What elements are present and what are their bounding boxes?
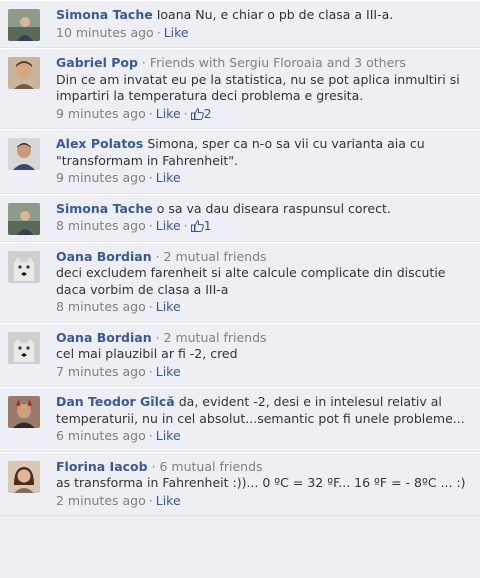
avatar[interactable]	[8, 202, 40, 235]
like-link[interactable]: Like	[164, 25, 189, 40]
profile-photo-icon	[8, 202, 40, 235]
avatar[interactable]	[8, 138, 40, 170]
avatar[interactable]	[8, 9, 40, 41]
profile-photo-icon	[8, 9, 40, 41]
comment-text: o sa va dau diseara raspunsul corect.	[156, 200, 391, 216]
comment-time[interactable]: 6 minutes ago	[56, 428, 146, 443]
comment-time[interactable]: 9 minutes ago	[56, 106, 146, 121]
comment-author[interactable]: Dan Teodor Gîlcă	[56, 394, 175, 409]
comment-author[interactable]: Gabriel Pop	[56, 55, 138, 70]
comment-item: Gabriel Pop · Friends with Sergiu Floroa…	[0, 48, 480, 129]
like-count[interactable]: 2	[190, 105, 212, 121]
comment-text-line: Florina Iacob · 6 mutual friends as tran…	[56, 459, 472, 492]
comment-meta: 8 minutes ago · Like	[56, 299, 472, 316]
comment-author[interactable]: Oana Bordian	[56, 330, 152, 345]
comment-time[interactable]: 9 minutes ago	[56, 170, 146, 185]
mutual-friends-note[interactable]: · 2 mutual friends	[156, 330, 267, 345]
comment-thread: Simona Tache Ioana Nu, e chiar o pb de c…	[0, 0, 480, 578]
comment-text-line: Simona Tache Ioana Nu, e chiar o pb de c…	[56, 7, 472, 24]
comment-text: Din ce am invatat eu pe la statistica, n…	[56, 71, 460, 104]
comment-author[interactable]: Simona Tache	[56, 7, 153, 22]
comment-text-line: Alex Polatos Simona, sper ca n-o sa vii …	[56, 136, 472, 169]
comment-time[interactable]: 2 minutes ago	[56, 493, 146, 508]
comment-item: Dan Teodor Gîlcă da, evident -2, desi e …	[0, 387, 480, 452]
comment-meta: 8 minutes ago · Like · 1	[56, 218, 472, 235]
comment-item: Simona Tache Ioana Nu, e chiar o pb de c…	[0, 0, 480, 48]
like-link[interactable]: Like	[156, 493, 181, 508]
mutual-friends-note[interactable]: · 2 mutual friends	[156, 249, 267, 264]
like-count-value: 2	[203, 105, 212, 121]
avatar[interactable]	[8, 57, 40, 89]
separator: ·	[183, 218, 188, 233]
profile-photo-icon	[8, 138, 40, 170]
comment-time[interactable]: 8 minutes ago	[56, 299, 146, 314]
like-link[interactable]: Like	[156, 428, 181, 443]
like-link[interactable]: Like	[156, 106, 181, 121]
comment-text: cel mai plauzibil ar fi -2, cred	[56, 346, 238, 361]
mutual-friends-note[interactable]: · Friends with Sergiu Floroaia and 3 oth…	[142, 55, 406, 70]
separator: ·	[148, 363, 153, 379]
profile-photo-icon	[8, 460, 40, 493]
comment-text-line: Oana Bordian · 2 mutual friends cel mai …	[56, 330, 472, 363]
separator: ·	[148, 170, 153, 185]
comment-item: Oana Bordian · 2 mutual friends deci exc…	[0, 241, 480, 323]
cat-photo-icon	[8, 331, 40, 364]
comment-text-line: Simona Tache o sa va dau diseara raspuns…	[56, 201, 472, 218]
thumbs-up-icon	[190, 220, 204, 232]
comment-item: Alex Polatos Simona, sper ca n-o sa vii …	[0, 129, 480, 194]
comment-author[interactable]: Florina Iacob	[56, 459, 148, 474]
separator: ·	[148, 299, 153, 314]
separator: ·	[183, 105, 188, 121]
separator: ·	[156, 24, 161, 40]
cat-photo-icon	[8, 250, 40, 283]
comment-item: Simona Tache o sa va dau diseara raspuns…	[0, 193, 480, 242]
comment-meta: 7 minutes ago · Like	[56, 364, 472, 381]
comment-time[interactable]: 8 minutes ago	[56, 218, 146, 233]
comment-text-line: Oana Bordian · 2 mutual friends deci exc…	[56, 249, 472, 299]
avatar[interactable]	[8, 460, 40, 493]
comment-meta: 9 minutes ago · Like · 2	[56, 106, 472, 123]
comment-text-line: Dan Teodor Gîlcă da, evident -2, desi e …	[56, 394, 472, 427]
comment-meta: 2 minutes ago · Like	[56, 493, 472, 510]
separator: ·	[148, 428, 153, 443]
comment-author[interactable]: Simona Tache	[56, 201, 153, 216]
avatar[interactable]	[8, 331, 40, 364]
comment-text: Ioana Nu, e chiar o pb de clasa a III-a.	[156, 7, 394, 22]
profile-photo-icon	[8, 396, 40, 428]
mutual-friends-note[interactable]: · 6 mutual friends	[152, 459, 263, 474]
like-count-value: 1	[203, 218, 212, 233]
like-link[interactable]: Like	[156, 364, 181, 379]
like-link[interactable]: Like	[156, 170, 181, 185]
comment-text-line: Gabriel Pop · Friends with Sergiu Floroa…	[56, 55, 472, 105]
comment-text: deci excludem farenheit si alte calcule …	[56, 265, 446, 297]
like-link[interactable]: Like	[156, 218, 181, 233]
thumbs-up-icon	[190, 107, 204, 120]
comment-meta: 10 minutes ago · Like	[56, 25, 472, 42]
separator: ·	[148, 105, 153, 121]
comment-item: Florina Iacob · 6 mutual friends as tran…	[0, 451, 480, 516]
comment-time[interactable]: 7 minutes ago	[56, 364, 146, 379]
comment-item: Oana Bordian · 2 mutual friends cel mai …	[0, 322, 480, 387]
separator: ·	[148, 218, 153, 233]
separator: ·	[148, 492, 153, 508]
like-count[interactable]: 1	[190, 218, 212, 233]
like-link[interactable]: Like	[156, 299, 181, 314]
comment-author[interactable]: Oana Bordian	[56, 249, 152, 264]
comment-text: as transforma in Fahrenheit :))... 0 ºC …	[56, 475, 466, 490]
profile-photo-icon	[8, 57, 40, 89]
avatar[interactable]	[8, 250, 40, 283]
comment-author[interactable]: Alex Polatos	[56, 136, 143, 151]
avatar[interactable]	[8, 396, 40, 428]
comment-time[interactable]: 10 minutes ago	[56, 25, 154, 40]
comment-meta: 9 minutes ago · Like	[56, 170, 472, 187]
comment-meta: 6 minutes ago · Like	[56, 428, 472, 445]
